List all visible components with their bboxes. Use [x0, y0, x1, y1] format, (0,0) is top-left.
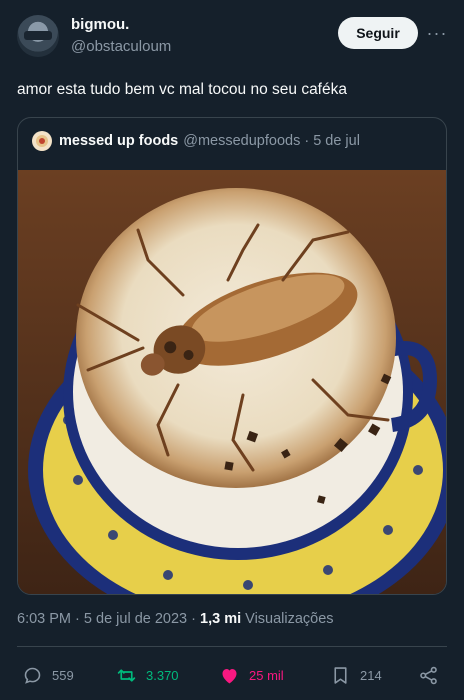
action-bar: 559 3.370 25 mil 214: [0, 660, 464, 690]
tweet-date[interactable]: 5 de jul de 2023: [84, 611, 187, 627]
tweet-metadata: 6:03 PM · 5 de jul de 2023 · 1,3 mi Visu…: [17, 611, 334, 627]
tweet-text: amor esta tudo bem vc mal tocou no seu c…: [17, 81, 347, 98]
author-name[interactable]: bigmou.: [71, 16, 129, 33]
views-label: Visualizações: [245, 611, 334, 627]
share-button[interactable]: [418, 660, 448, 690]
quoted-author-name[interactable]: messed up foods: [59, 133, 178, 149]
quoted-date[interactable]: 5 de jul: [313, 133, 360, 149]
heart-icon: [222, 668, 237, 683]
bookmark-icon: [334, 666, 347, 684]
more-options-icon[interactable]: ···: [424, 20, 450, 46]
like-button[interactable]: 25 mil: [219, 660, 284, 690]
quoted-author-handle[interactable]: @messedupfoods: [183, 133, 300, 149]
retweet-icon: [117, 668, 136, 682]
share-icon: [420, 666, 437, 684]
follow-button[interactable]: Seguir: [338, 17, 418, 49]
separator-dot: ·: [304, 133, 310, 149]
retweet-button[interactable]: 3.370: [116, 660, 179, 690]
coffee-photo[interactable]: [18, 170, 447, 595]
tweet-time[interactable]: 6:03 PM: [17, 611, 71, 627]
tweet-header: bigmou. @obstaculoum Seguir ···: [0, 0, 464, 70]
quoted-tweet[interactable]: messed up foods @messedupfoods · 5 de ju…: [17, 117, 447, 595]
author-handle[interactable]: @obstaculoum: [71, 38, 171, 55]
bookmark-count: 214: [360, 667, 382, 683]
views-count: 1,3 mi: [200, 611, 242, 627]
like-count: 25 mil: [249, 667, 284, 683]
separator-dot: ·: [75, 611, 80, 627]
reply-icon: [24, 667, 41, 684]
reply-button[interactable]: 559: [22, 660, 74, 690]
divider: [17, 646, 447, 647]
reply-count: 559: [52, 667, 74, 683]
author-avatar[interactable]: [17, 15, 59, 57]
retweet-count: 3.370: [146, 667, 179, 683]
quoted-author-avatar[interactable]: [32, 131, 52, 151]
food-logo-icon: [36, 135, 48, 147]
quoted-tweet-header: messed up foods @messedupfoods · 5 de ju…: [32, 130, 360, 152]
bookmark-button[interactable]: 214: [330, 660, 382, 690]
separator-dot: ·: [191, 611, 196, 627]
